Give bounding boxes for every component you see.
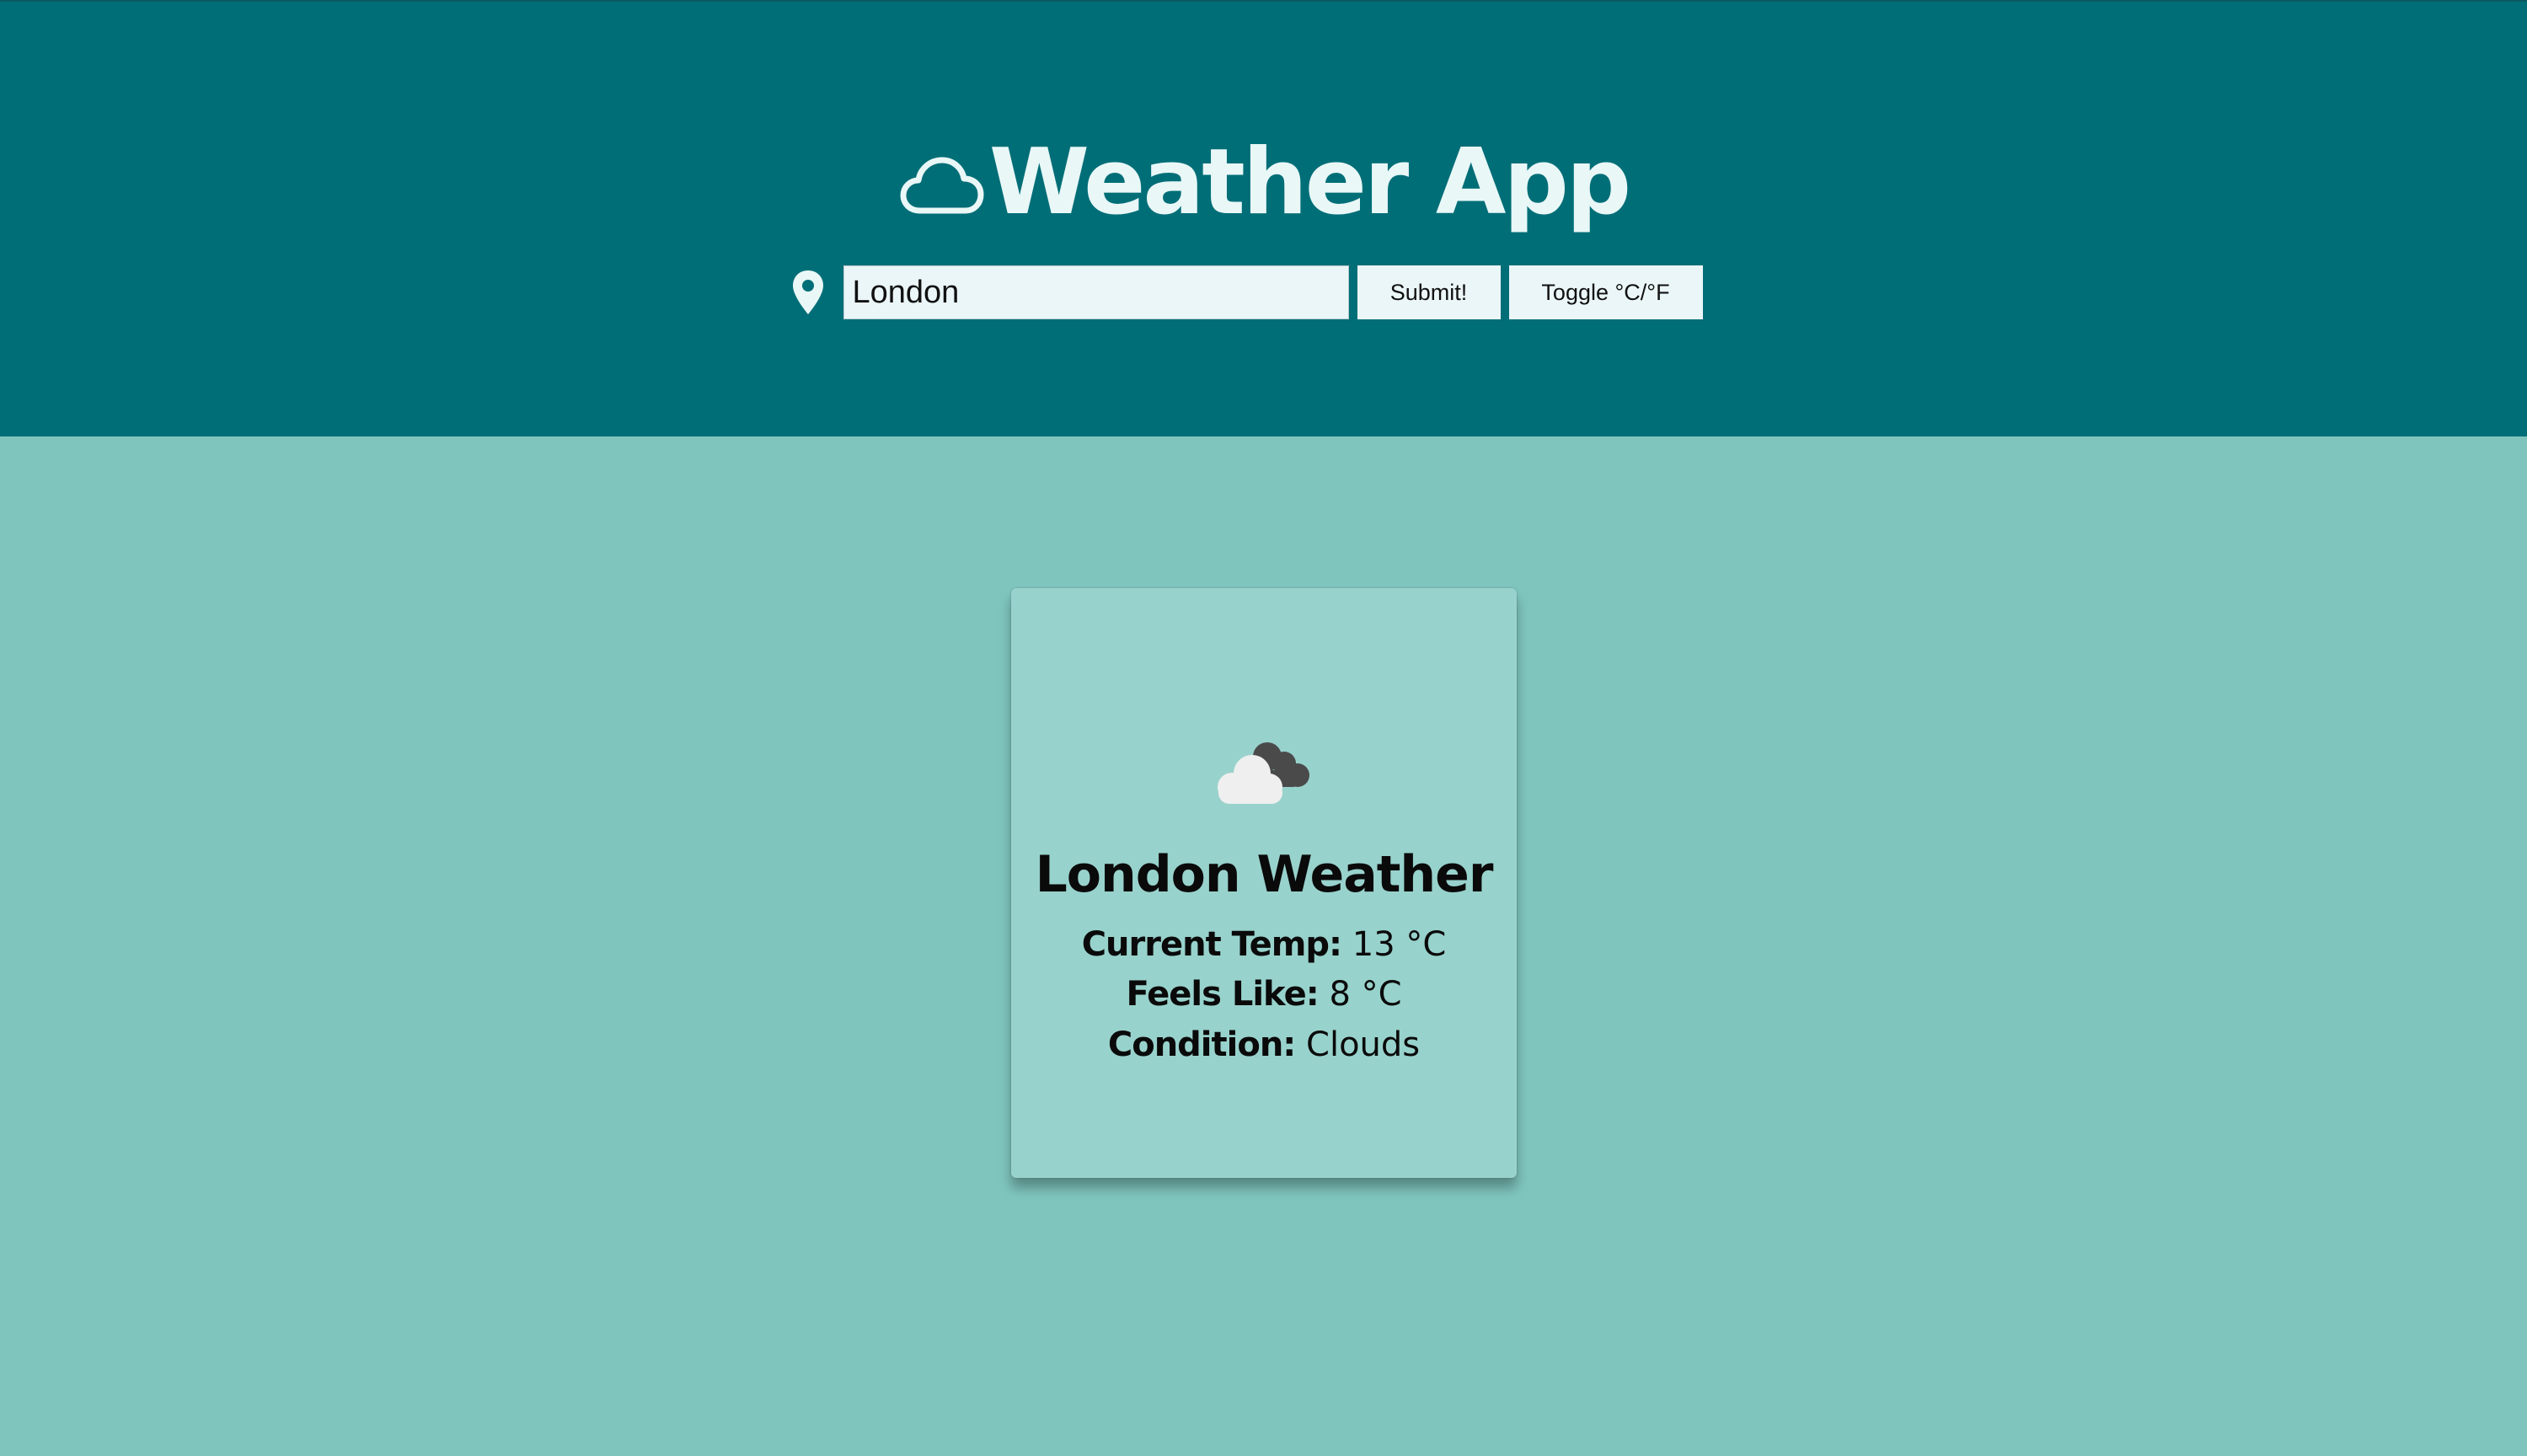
feels-like-label: Feels Like:: [1126, 975, 1319, 1014]
feels-like-value: 8 °C: [1329, 975, 1402, 1014]
condition-row: Condition: Clouds: [1011, 1028, 1517, 1062]
location-search-input[interactable]: [843, 265, 1349, 319]
search-row: Submit! Toggle °C/°F: [0, 265, 2527, 320]
title-row: Weather App: [0, 128, 2527, 238]
condition-label: Condition:: [1107, 1025, 1296, 1064]
page-title: Weather App: [988, 130, 1631, 235]
submit-button[interactable]: Submit!: [1357, 265, 1501, 319]
feels-like-row: Feels Like: 8 °C: [1011, 977, 1517, 1011]
current-temp-label: Current Temp:: [1081, 925, 1342, 964]
current-temp-row: Current Temp: 13 °C: [1011, 928, 1517, 961]
map-pin-icon: [792, 270, 823, 314]
condition-value: Clouds: [1306, 1025, 1421, 1064]
partly-cloudy-icon: [1218, 742, 1309, 804]
current-temp-value: 13 °C: [1352, 925, 1447, 964]
weather-card: London Weather Current Temp: 13 °C Feels…: [1011, 588, 1517, 1178]
cloud-outline-icon: [900, 157, 984, 214]
app-header: Weather App Submit! Toggle °C/°F: [0, 0, 2527, 436]
card-title: London Weather: [1035, 845, 1494, 904]
toggle-unit-button[interactable]: Toggle °C/°F: [1508, 265, 1703, 319]
